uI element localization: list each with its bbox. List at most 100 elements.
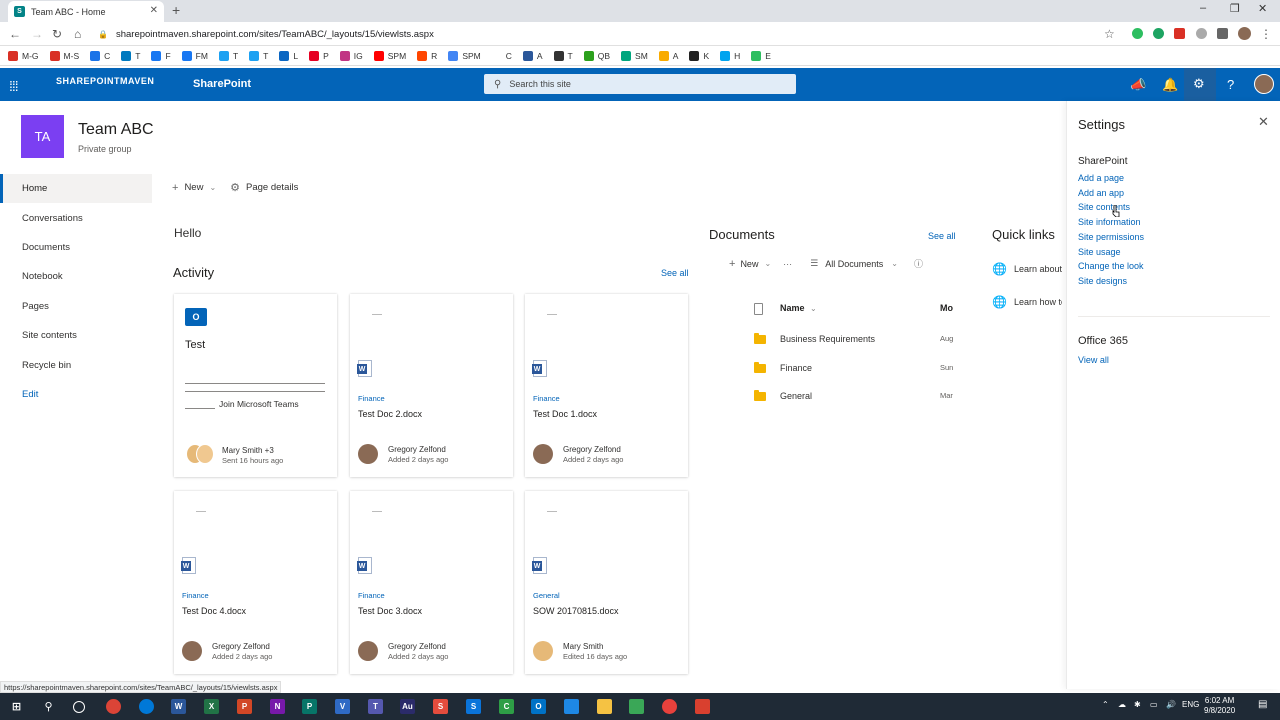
bookmark-item[interactable]: T: [553, 50, 573, 61]
leftnav-item-conversations[interactable]: Conversations: [0, 203, 152, 232]
document-name[interactable]: General: [780, 391, 812, 401]
activity-card-document[interactable]: Finance Test Doc 4.docx Gregory ZelfondAdd…: [174, 491, 337, 674]
documents-new-button[interactable]: New: [740, 259, 758, 269]
browser-menu-icon[interactable]: ⋮: [1260, 27, 1272, 41]
file-explorer-icon[interactable]: [597, 699, 612, 714]
cortana-icon[interactable]: [73, 701, 85, 713]
bookmark-item[interactable]: L: [279, 50, 298, 61]
help-icon[interactable]: ?: [1227, 77, 1234, 92]
clock[interactable]: 6:02 AM 9/8/2020: [1204, 696, 1235, 716]
forward-icon[interactable]: →: [31, 27, 43, 41]
bookmark-item[interactable]: SPM: [373, 50, 406, 61]
browser-tab[interactable]: S Team ABC - Home ✕: [8, 1, 164, 22]
minimize-icon[interactable]: –: [1200, 2, 1206, 14]
settings-link-site-information[interactable]: Site information: [1078, 217, 1141, 227]
extensions-puzzle-icon[interactable]: [1217, 28, 1228, 39]
bookmark-item[interactable]: T: [218, 50, 238, 61]
activity-card-document[interactable]: Finance Test Doc 1.docx Gregory ZelfondAdd…: [525, 294, 688, 477]
document-row[interactable]: Finance: [754, 361, 812, 375]
bookmark-item[interactable]: T: [249, 50, 268, 61]
view-selector[interactable]: All Documents: [825, 259, 883, 269]
onenote-icon[interactable]: N: [270, 699, 285, 714]
settings-link-add-an-app[interactable]: Add an app: [1078, 188, 1124, 198]
settings-link-add-a-page[interactable]: Add a page: [1078, 173, 1124, 183]
settings-link-site-usage[interactable]: Site usage: [1078, 247, 1121, 257]
bookmark-star-icon[interactable]: ☆: [1104, 27, 1115, 41]
app-icon[interactable]: [564, 699, 579, 714]
snagit-icon[interactable]: S: [433, 699, 448, 714]
bookmark-item[interactable]: M-G: [8, 50, 39, 61]
onedrive-icon[interactable]: ☁: [1118, 700, 1126, 709]
document-row[interactable]: General: [754, 389, 812, 403]
bell-icon[interactable]: 🔔: [1162, 77, 1178, 93]
bookmark-item[interactable]: QB: [583, 50, 610, 61]
settings-link-site-contents[interactable]: Site contents: [1078, 202, 1130, 212]
language-indicator[interactable]: ENG: [1182, 700, 1199, 709]
app-icon[interactable]: [662, 699, 677, 714]
info-icon[interactable]: ⓘ: [914, 257, 923, 270]
activity-see-all-link[interactable]: See all: [661, 268, 689, 278]
bookmark-item[interactable]: C: [491, 50, 512, 61]
leftnav-item-documents[interactable]: Documents: [0, 233, 152, 262]
leftnav-item-notebook[interactable]: Notebook: [0, 262, 152, 291]
volume-icon[interactable]: 🔊: [1166, 700, 1176, 709]
library-name[interactable]: General: [533, 591, 560, 600]
teams-icon[interactable]: T: [368, 699, 383, 714]
outlook-icon[interactable]: O: [531, 699, 546, 714]
settings-gear-button[interactable]: ⚙: [1184, 68, 1216, 101]
windows-start-icon[interactable]: ⊞: [9, 699, 24, 714]
bookmark-item[interactable]: A: [658, 50, 678, 61]
bookmark-item[interactable]: T: [121, 50, 140, 61]
quick-link-item[interactable]: 🌐 Learn how to: [992, 295, 1062, 309]
megaphone-icon[interactable]: 📣: [1130, 77, 1146, 93]
app-icon[interactable]: [629, 699, 644, 714]
camtasia-recorder-icon[interactable]: [695, 699, 710, 714]
network-icon[interactable]: ▭: [1150, 700, 1158, 709]
excel-icon[interactable]: X: [204, 699, 219, 714]
new-button[interactable]: + New ⌄: [172, 182, 216, 194]
user-avatar[interactable]: [1254, 74, 1274, 94]
extension-icon[interactable]: [1153, 28, 1164, 39]
name-column-header[interactable]: Name: [780, 303, 805, 313]
document-name[interactable]: Finance: [780, 363, 812, 373]
bookmark-item[interactable]: SM: [621, 50, 648, 61]
skype-icon[interactable]: S: [466, 699, 481, 714]
powerpoint-icon[interactable]: P: [237, 699, 252, 714]
bookmark-item[interactable]: M-S: [49, 50, 79, 61]
leftnav-item-pages[interactable]: Pages: [0, 292, 152, 321]
library-name[interactable]: Finance: [182, 591, 209, 600]
app-launcher-icon[interactable]: ⁞⁞⁞: [9, 78, 19, 94]
close-icon[interactable]: ✕: [1258, 114, 1269, 130]
new-tab-icon[interactable]: +: [172, 2, 180, 18]
tray-chevron-icon[interactable]: ⌃: [1102, 700, 1109, 709]
chrome-icon[interactable]: [106, 699, 121, 714]
activity-card-document[interactable]: Finance Test Doc 3.docx Gregory ZelfondAdd…: [350, 491, 513, 674]
settings-link-site-permissions[interactable]: Site permissions: [1078, 232, 1144, 242]
bookmark-item[interactable]: P: [309, 50, 329, 61]
sharepointmaven-logo[interactable]: SHAREPOINTMAVEN: [56, 76, 154, 86]
bookmark-item[interactable]: SPM: [448, 50, 481, 61]
bookmark-item[interactable]: IG: [339, 50, 363, 61]
bookmark-item[interactable]: H: [720, 50, 740, 61]
notifications-icon[interactable]: ▤: [1258, 699, 1267, 710]
extension-icon[interactable]: [1132, 28, 1143, 39]
modified-column-header[interactable]: Mo: [940, 303, 953, 313]
page-details-button[interactable]: ⚙ Page details: [230, 181, 298, 194]
settings-link-site-designs[interactable]: Site designs: [1078, 276, 1127, 286]
reload-icon[interactable]: ↻: [52, 27, 62, 41]
word-icon[interactable]: W: [171, 699, 186, 714]
documents-see-all-link[interactable]: See all: [928, 231, 956, 241]
view-all-link[interactable]: View all: [1078, 355, 1109, 365]
file-name[interactable]: SOW 20170815.docx: [533, 606, 619, 616]
site-title[interactable]: Team ABC: [78, 121, 154, 139]
bookmark-item[interactable]: FM: [181, 50, 208, 61]
project-icon[interactable]: P: [302, 699, 317, 714]
tab-close-icon[interactable]: ✕: [150, 5, 158, 16]
library-name[interactable]: Finance: [358, 591, 385, 600]
home-icon[interactable]: ⌂: [74, 27, 81, 41]
site-search-input[interactable]: ⚲ Search this site: [484, 74, 796, 94]
quick-link-item[interactable]: 🌐 Learn about: [992, 262, 1062, 276]
leftnav-item-edit[interactable]: Edit: [0, 380, 152, 409]
bookmark-item[interactable]: C: [90, 50, 110, 61]
edge-icon[interactable]: [139, 699, 154, 714]
